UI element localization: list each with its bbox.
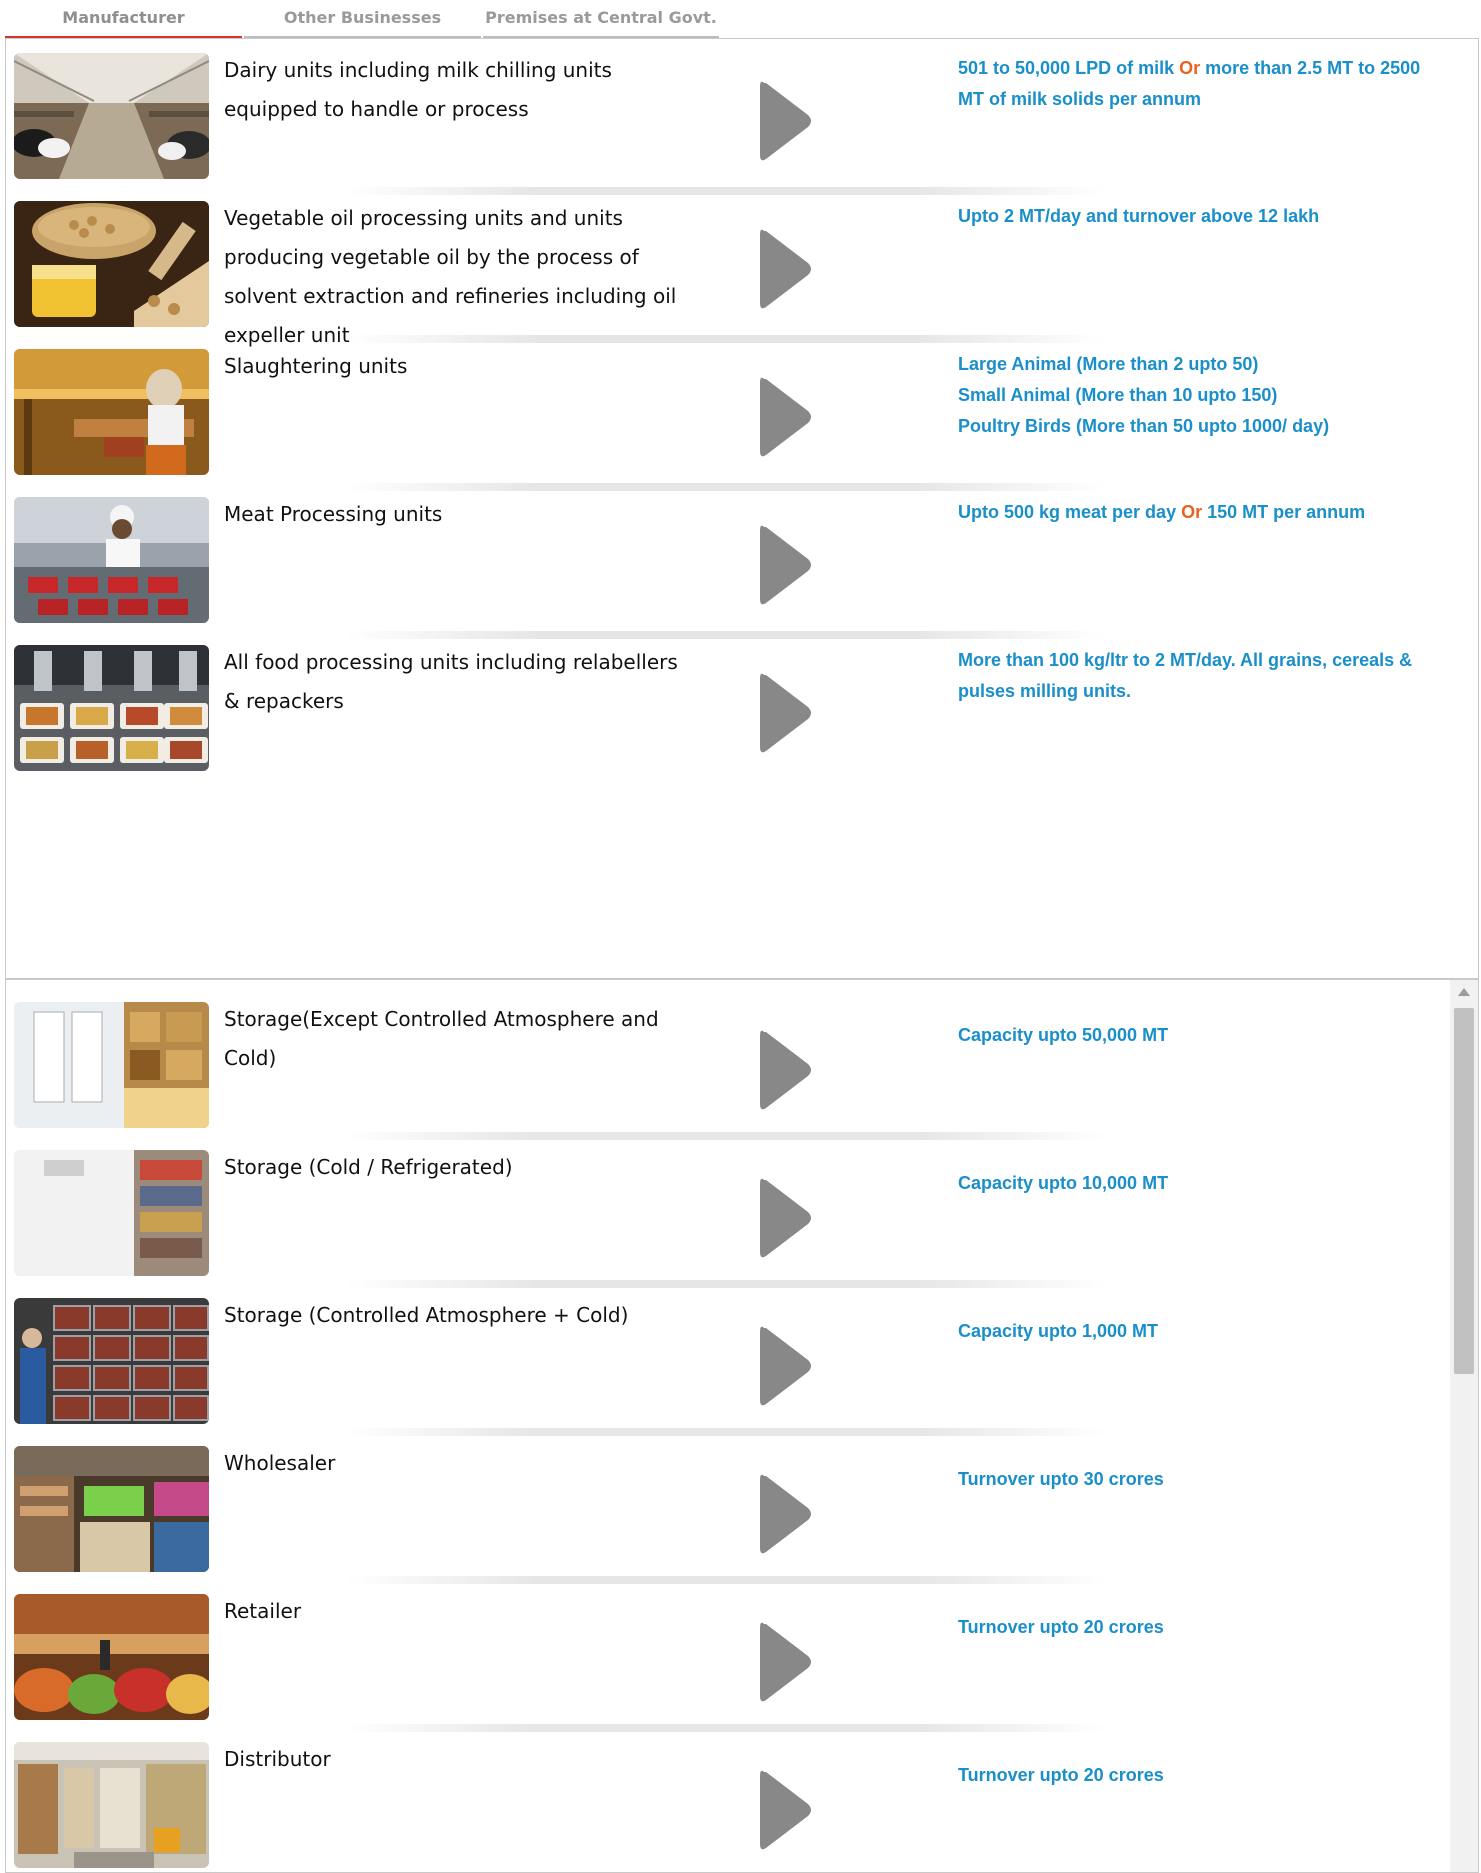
row-title: Wholesaler [224, 1451, 336, 1475]
distributor-image [14, 1742, 209, 1868]
arrow-right-icon[interactable] [756, 371, 816, 463]
tab-manufacturer[interactable]: Manufacturer [5, 0, 242, 39]
arrow-right-icon[interactable] [756, 1320, 816, 1412]
list-item: All food processing units including rela… [6, 637, 1446, 785]
requirement-value: Capacity upto 1,000 MT [958, 1321, 1159, 1341]
row-divider [346, 1132, 1106, 1140]
list-item: Storage (Controlled Atmosphere + Cold) C… [6, 1290, 1446, 1438]
other-businesses-panel: Storage(Except Controlled Atmosphere and… [5, 978, 1479, 1873]
or-text: Or [1181, 502, 1203, 522]
row-title: Vegetable oil processing units and units… [224, 206, 677, 347]
value-text: 501 to 50,000 LPD of milk [958, 58, 1180, 78]
arrow-right-icon[interactable] [756, 667, 816, 759]
requirement-value: Capacity upto 10,000 MT [958, 1173, 1169, 1193]
list-item: Slaughtering units Large Animal (More th… [6, 341, 1446, 489]
row-divider [346, 1428, 1106, 1436]
value-text: Upto 500 kg meat per day [958, 502, 1182, 522]
arrow-right-icon[interactable] [756, 75, 816, 167]
value-line: Large Animal (More than 2 upto 50) [958, 354, 1259, 374]
arrow-right-icon[interactable] [756, 223, 816, 315]
scrollbar[interactable] [1450, 980, 1478, 1872]
row-title: Distributor [224, 1747, 331, 1771]
arrow-right-icon[interactable] [756, 1024, 816, 1116]
row-divider [346, 1280, 1106, 1288]
row-title: All food processing units including rela… [224, 650, 678, 713]
row-divider [346, 1576, 1106, 1584]
list-item: Meat Processing units Upto 500 kg meat p… [6, 489, 1446, 637]
list-item: Storage(Except Controlled Atmosphere and… [6, 994, 1446, 1142]
requirement-value: Upto 500 kg meat per day Or 150 MT per a… [958, 497, 1428, 528]
controlled-storage-image [14, 1298, 209, 1424]
scroll-thumb[interactable] [1454, 1008, 1474, 1374]
requirement-value: Capacity upto 50,000 MT [958, 1025, 1169, 1045]
row-title: Meat Processing units [224, 502, 443, 526]
arrow-right-icon[interactable] [756, 519, 816, 611]
dairy-farm-image [14, 53, 209, 179]
retailer-image [14, 1594, 209, 1720]
manufacturer-panel: Dairy units including milk chilling unit… [5, 38, 1479, 980]
row-divider [346, 1724, 1106, 1732]
row-title: Dairy units including milk chilling unit… [224, 58, 612, 121]
list-item: Retailer Turnover upto 20 crores [6, 1586, 1446, 1734]
row-title: Slaughtering units [224, 354, 408, 378]
arrow-right-icon[interactable] [756, 1468, 816, 1560]
tab-bar: Manufacturer Other Businesses Premises a… [5, 0, 725, 39]
list-item: Wholesaler Turnover upto 30 crores [6, 1438, 1446, 1586]
meat-processing-image [14, 497, 209, 623]
list-item: Distributor Turnover upto 20 crores [6, 1734, 1446, 1872]
scroll-up-arrow-icon[interactable] [1458, 988, 1470, 996]
row-title: Storage (Cold / Refrigerated) [224, 1155, 513, 1179]
value-text: 150 MT per annum [1202, 502, 1366, 522]
page: Manufacturer Other Businesses Premises a… [0, 0, 1479, 1873]
tab-premises-central-govt[interactable]: Premises at Central Govt. [483, 0, 719, 38]
requirement-value: Turnover upto 30 crores [958, 1469, 1164, 1489]
row-title: Retailer [224, 1599, 302, 1623]
vegetable-oil-image [14, 201, 209, 327]
value-line: Poultry Birds (More than 50 upto 1000/ d… [958, 416, 1330, 436]
value-line: Small Animal (More than 10 upto 150) [958, 385, 1278, 405]
requirement-value: Upto 2 MT/day and turnover above 12 lakh [958, 201, 1428, 232]
requirement-value: More than 100 kg/ltr to 2 MT/day. All gr… [958, 645, 1428, 707]
slaughtering-unit-image [14, 349, 209, 475]
requirement-value: 501 to 50,000 LPD of milk Or more than 2… [958, 53, 1428, 115]
value-text: More than 100 kg/ltr to 2 MT/day. All gr… [958, 650, 1413, 701]
requirement-value: Large Animal (More than 2 upto 50) Small… [958, 349, 1428, 442]
or-text: Or [1179, 58, 1201, 78]
value-text: Upto 2 MT/day and turnover above 12 lakh [958, 206, 1320, 226]
tab-other-businesses[interactable]: Other Businesses [244, 0, 481, 38]
arrow-right-icon[interactable] [756, 1616, 816, 1708]
row-title: Storage (Controlled Atmosphere + Cold) [224, 1303, 629, 1327]
list-item: Storage (Cold / Refrigerated) Capacity u… [6, 1142, 1446, 1290]
list-item: Vegetable oil processing units and units… [6, 193, 1446, 347]
storage-warehouse-image [14, 1002, 209, 1128]
row-title: Storage(Except Controlled Atmosphere and… [224, 1007, 659, 1070]
arrow-right-icon[interactable] [756, 1172, 816, 1264]
food-processing-image [14, 645, 209, 771]
wholesaler-image [14, 1446, 209, 1572]
arrow-right-icon[interactable] [756, 1764, 816, 1856]
requirement-value: Turnover upto 20 crores [958, 1617, 1164, 1637]
list-item: Dairy units including milk chilling unit… [6, 45, 1446, 193]
requirement-value: Turnover upto 20 crores [958, 1765, 1164, 1785]
cold-storage-image [14, 1150, 209, 1276]
